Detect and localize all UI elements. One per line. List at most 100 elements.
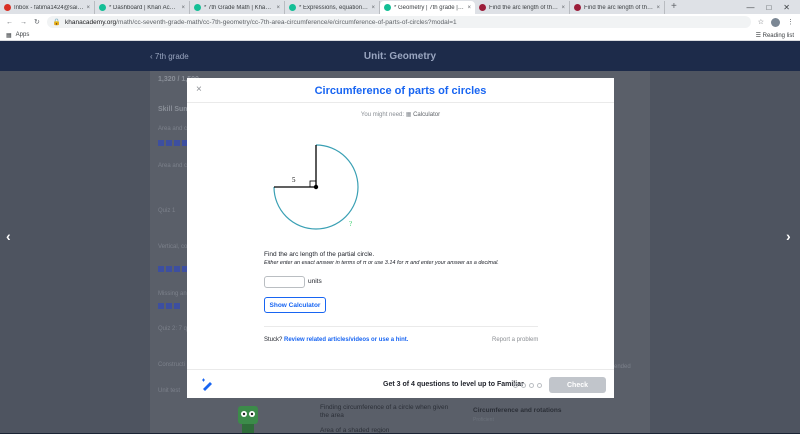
url-host: khanacademy.org: [64, 18, 117, 26]
bg-item-4: Vertical, co: [158, 244, 188, 250]
show-calculator-button[interactable]: Show Calculator: [264, 297, 326, 313]
maximize-icon[interactable]: □: [766, 3, 771, 12]
lower-page-strip: Finding circumference of a circle when g…: [297, 398, 650, 434]
progress-dot: [521, 383, 526, 388]
lower-item-1[interactable]: Finding circumference of a circle when g…: [320, 404, 448, 411]
unit-header: ‹ 7th grade Unit: Geometry: [0, 41, 800, 71]
tab-close-icon[interactable]: ×: [371, 5, 375, 11]
browser-tab[interactable]: Find the arc length of the partial×: [475, 1, 570, 14]
browser-tab-bar: Inbox - fatima1424@saidamohe...×* Dashbo…: [0, 0, 800, 14]
progress-text: Get 3 of 4 questions to level up to Fami…: [383, 381, 524, 388]
unit-title: Unit: Geometry: [363, 50, 437, 62]
browser-tab[interactable]: * Expressions, equations, & ineq×: [285, 1, 380, 14]
close-window-icon[interactable]: ✕: [783, 3, 790, 12]
tab-close-icon[interactable]: ×: [467, 5, 471, 11]
bg-right-snippet: ended: [614, 364, 631, 370]
bg-item-7: Constructi: [158, 362, 186, 368]
url-path: /math/cc-seventh-grade-math/cc-7th-geome…: [116, 18, 457, 26]
tab-favicon-icon: [194, 4, 201, 11]
unknown-arc-label: ?: [349, 220, 352, 228]
tab-close-icon[interactable]: ×: [561, 5, 565, 11]
profile-avatar[interactable]: [771, 17, 780, 27]
radius-label: 5: [292, 176, 296, 184]
might-need-label: You might need:: [360, 112, 405, 118]
answer-input[interactable]: [264, 276, 305, 288]
bg-item-3: Quiz 1: [158, 208, 176, 214]
bookmarks-bar: ▦ Apps ☰ Reading list: [0, 30, 800, 41]
tab-favicon-icon: [289, 4, 296, 11]
modal-footer: Get 3 of 4 questions to level up to Fami…: [187, 369, 614, 398]
report-problem-link[interactable]: Report a problem: [492, 337, 538, 343]
tab-title: Inbox - fatima1424@saidamohe...: [14, 4, 83, 11]
browser-tab[interactable]: * 7th Grade Math | Khan Academ×: [190, 1, 285, 14]
calculator-label: Calculator: [413, 112, 441, 118]
hint-link[interactable]: Review related articles/videos or use a …: [284, 337, 408, 343]
tab-favicon-icon: [4, 4, 11, 11]
progress-dots: [513, 383, 542, 388]
tab-close-icon[interactable]: ×: [86, 5, 90, 11]
tab-favicon-icon: [479, 4, 486, 11]
reload-icon[interactable]: ↻: [34, 18, 40, 26]
apps-link[interactable]: Apps: [16, 32, 30, 38]
tab-list: Inbox - fatima1424@saidamohe...×* Dashbo…: [0, 1, 665, 14]
star-icon[interactable]: ☆: [758, 18, 764, 26]
question-text: Find the arc length of the partial circl…: [264, 251, 375, 258]
menu-icon[interactable]: ⋮: [787, 18, 794, 26]
tab-title: Find the arc length of the partial: [489, 4, 558, 11]
url-field[interactable]: 🔒 khanacademy.org/math/cc-seventh-grade-…: [46, 16, 751, 28]
progress-dot: [529, 383, 534, 388]
lower-right-title: Circumference and rotations: [473, 407, 562, 414]
tab-favicon-icon: [99, 4, 106, 11]
scratchpad-icon[interactable]: [200, 378, 214, 392]
tab-title: * Geometry | 7th grade | Math |: [394, 4, 465, 11]
tab-title: Find the arc length of the partial: [584, 4, 653, 11]
check-button[interactable]: Check: [549, 377, 606, 393]
bg-item-2: Area and ci: [158, 163, 189, 169]
tab-close-icon[interactable]: ×: [276, 5, 280, 11]
center-point: [313, 184, 319, 190]
reading-list-link[interactable]: ☰ Reading list: [756, 32, 794, 39]
window-controls: — □ ✕: [746, 0, 800, 14]
modal-header: × Circumference of parts of circles: [187, 78, 614, 103]
forward-icon[interactable]: →: [20, 19, 27, 26]
browser-tab[interactable]: Find the arc length of the partial×: [570, 1, 665, 14]
tab-title: * Dashboard | Khan Academy: [109, 4, 178, 11]
tab-title: * 7th Grade Math | Khan Academ: [204, 4, 273, 11]
bg-bars-2: [158, 266, 188, 272]
lock-icon: 🔒: [52, 19, 61, 26]
tab-favicon-icon: [384, 4, 391, 11]
minimize-icon[interactable]: —: [746, 3, 754, 12]
might-need-row: You might need: ▦ Calculator: [187, 111, 614, 118]
bg-item-6: Quiz 2: 7 q: [158, 326, 188, 332]
bg-bars-3: [158, 303, 180, 309]
tab-close-icon[interactable]: ×: [656, 5, 660, 11]
exercise-modal: × Circumference of parts of circles You …: [187, 78, 614, 398]
calculator-icon: ▦: [405, 112, 412, 118]
tab-title: * Expressions, equations, & ineq: [299, 4, 368, 11]
right-arrow-icon[interactable]: ›: [786, 228, 791, 244]
stuck-label: Stuck?: [264, 337, 283, 343]
bg-bars-1: [158, 140, 188, 146]
progress-dot: [537, 383, 542, 388]
tab-close-icon[interactable]: ×: [181, 5, 185, 11]
new-tab-button[interactable]: +: [665, 1, 683, 14]
back-icon[interactable]: ←: [6, 19, 13, 26]
left-arrow-icon[interactable]: ‹: [6, 228, 11, 244]
bg-item-8: Unit test: [158, 388, 181, 394]
address-bar-row: ← → ↻ 🔒 khanacademy.org/math/cc-seventh-…: [0, 14, 800, 30]
divider: [264, 326, 538, 327]
progress-dot: [513, 383, 518, 388]
stuck-row: Stuck? Review related articles/videos or…: [264, 337, 408, 343]
apps-icon[interactable]: ▦: [6, 32, 12, 39]
tab-favicon-icon: [574, 4, 581, 11]
bg-item-1: Area and ci: [158, 126, 189, 132]
browser-tab[interactable]: * Geometry | 7th grade | Math |×: [380, 1, 475, 14]
partial-circle-figure: 5 ?: [273, 144, 359, 230]
robot-illustration: [238, 406, 258, 433]
lower-right-sub: Proficient: [473, 417, 494, 423]
lower-item-1b: the area: [320, 412, 344, 419]
browser-tab[interactable]: * Dashboard | Khan Academy×: [95, 1, 190, 14]
browser-tab[interactable]: Inbox - fatima1424@saidamohe...×: [0, 1, 95, 14]
bg-item-5: Missing an: [158, 291, 187, 297]
instructions-text: Either enter an exact answer in terms of…: [264, 260, 499, 266]
